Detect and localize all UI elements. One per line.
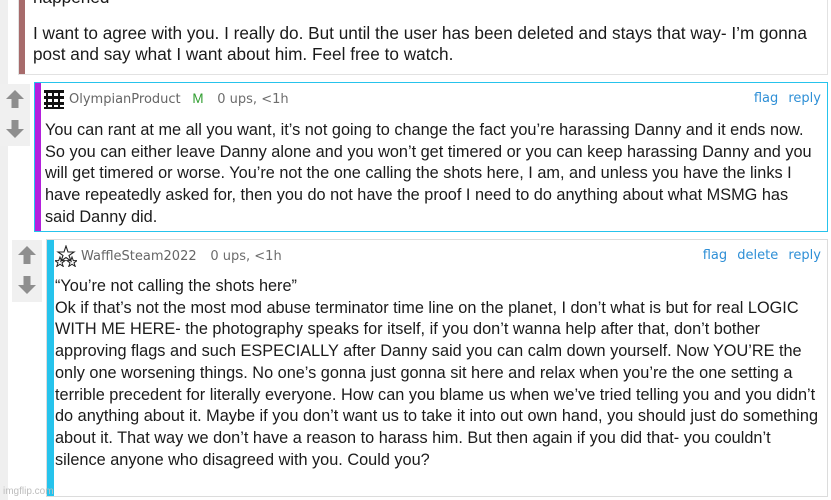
comment-depth-bar [35, 83, 41, 231]
comment-body: “You’re not calling the shots here” Ok i… [55, 276, 823, 471]
comment-text: You can rant at me all you want, it’s no… [45, 121, 812, 226]
username-link[interactable]: OlympianProduct [69, 92, 181, 107]
avatar[interactable] [53, 244, 79, 272]
down-arrow-icon[interactable] [4, 118, 26, 140]
up-arrow-icon[interactable] [16, 244, 38, 266]
comment-reply: WaffleSteam2022 0 ups, <1h flag delete r… [46, 239, 828, 497]
comment-text: Ok if that’s not the most mod abuse term… [55, 298, 818, 469]
flag-link[interactable]: flag [754, 91, 778, 106]
vote-column [12, 240, 42, 302]
down-arrow-icon[interactable] [16, 274, 38, 296]
comment-line: happened [33, 0, 823, 9]
comment-meta: 0 ups, <1h [210, 249, 282, 264]
comment-quote: “You’re not calling the shots here” [55, 277, 297, 295]
comment-previous: happened I want to agree with you. I rea… [18, 0, 828, 75]
comment-mod: OlympianProduct M 0 ups, <1h flag reply … [34, 82, 828, 232]
reply-link[interactable]: reply [788, 91, 821, 106]
comment-line: I want to agree with you. I really do. B… [33, 22, 807, 65]
comment-depth-bar [19, 0, 25, 74]
comment-header: WaffleSteam2022 0 ups, <1h [81, 248, 282, 268]
reply-link[interactable]: reply [788, 248, 821, 263]
page-gutter [0, 0, 8, 500]
comment-header: OlympianProduct M 0 ups, <1h [69, 91, 289, 111]
comment-meta: 0 ups, <1h [217, 92, 289, 107]
comment-text: happened I want to agree with you. I rea… [33, 0, 823, 66]
comment-body: You can rant at me all you want, it’s no… [45, 120, 821, 229]
flag-link[interactable]: flag [703, 248, 727, 263]
comment-actions: flag reply [748, 91, 821, 106]
up-arrow-icon[interactable] [4, 88, 26, 110]
avatar[interactable] [43, 88, 65, 115]
mod-badge: M [192, 91, 204, 106]
comment-actions: flag delete reply [697, 248, 821, 263]
vote-column [0, 84, 30, 146]
delete-link[interactable]: delete [737, 248, 778, 263]
comment-depth-bar [47, 240, 54, 496]
watermark: imgflip.com [3, 486, 54, 497]
username-link[interactable]: WaffleSteam2022 [81, 249, 197, 264]
